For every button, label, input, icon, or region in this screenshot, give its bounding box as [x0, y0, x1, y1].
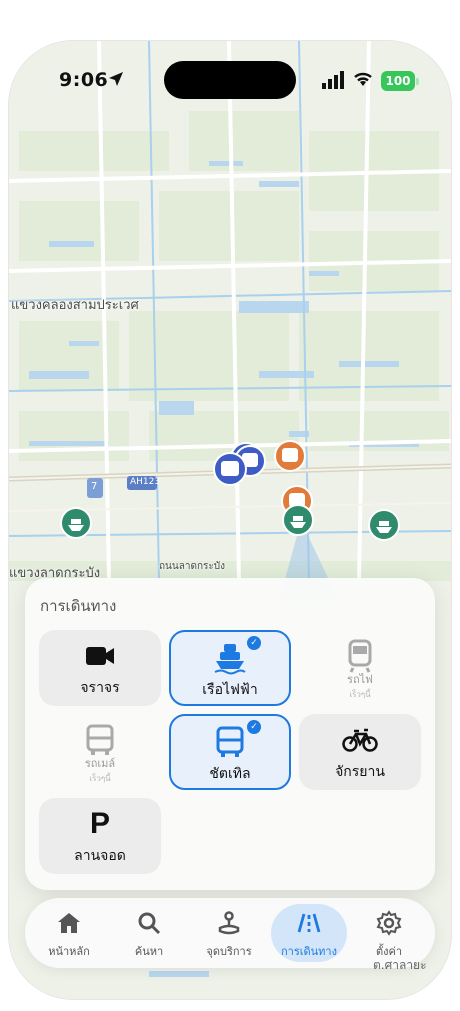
bus-pin[interactable] — [213, 452, 247, 486]
tab-home-label: หน้าหลัก — [48, 945, 90, 958]
battery-indicator: 100 — [381, 71, 419, 91]
panel-title: การเดินทาง — [40, 597, 117, 615]
route-shield-label: 7 — [91, 481, 98, 492]
parking-icon: P — [89, 807, 110, 840]
tab-settings[interactable]: ตั้งค่า — [351, 904, 427, 962]
shuttle-pin[interactable] — [274, 440, 306, 472]
wifi-icon — [354, 72, 372, 86]
shuttle-bus-icon — [216, 726, 244, 757]
tile-traffic-label: จราจร — [80, 680, 120, 696]
road-icon — [297, 913, 321, 933]
tile-bicycle-label: จักรยาน — [335, 764, 385, 780]
tile-traffic[interactable]: จราจร — [39, 630, 161, 706]
cellular-signal-icon — [322, 71, 344, 89]
tile-boat[interactable]: ✓ เรือไฟฟ้า — [169, 630, 291, 706]
tab-transport[interactable]: การเดินทาง — [271, 904, 347, 962]
tile-shuttle-label: ชัตเทิล — [209, 766, 251, 782]
map-label-khlong-sam-prawet: แขวงคลองสามประเวศ — [11, 298, 139, 313]
location-arrow-icon — [109, 72, 123, 86]
transport-panel: การเดินทาง จราจร ✓ เรือไฟฟ้า รถไฟ เร็วๆน… — [25, 578, 435, 890]
selected-check-icon: ✓ — [247, 636, 261, 650]
selected-check-icon: ✓ — [247, 720, 261, 734]
video-camera-icon — [86, 647, 114, 665]
train-icon — [348, 639, 372, 673]
tab-service-points-label: จุดบริการ — [206, 945, 252, 958]
tile-bus: รถเมล์ เร็วๆนี้ — [39, 714, 161, 790]
bus-icon — [86, 724, 114, 755]
home-icon — [58, 913, 80, 933]
highway-shield-label: AH123 — [130, 477, 161, 487]
bicycle-icon — [342, 728, 378, 752]
map-label-lat-krabang-road: ถนนลาดกระบัง — [159, 561, 225, 572]
ferry-icon — [214, 644, 246, 675]
boat-pin[interactable] — [60, 507, 92, 539]
tab-transport-label: การเดินทาง — [281, 945, 337, 958]
tab-home[interactable]: หน้าหลัก — [31, 904, 107, 962]
tile-parking[interactable]: P ลานจอด — [39, 798, 161, 874]
tile-bus-label: รถเมล์ — [84, 757, 116, 770]
tab-service-points[interactable]: จุดบริการ — [191, 904, 267, 962]
map-label-bottom-district: ต.ศาลายะ — [373, 958, 427, 972]
phone-screen: แขวงคลองสามประเวศ แขวงลาดกระบัง ถนนลาดกร… — [9, 41, 451, 999]
tile-shuttle[interactable]: ✓ ชัตเทิล — [169, 714, 291, 790]
tab-search-label: ค้นหา — [134, 945, 164, 958]
status-time: 9:06 — [59, 69, 109, 91]
tile-boat-label: เรือไฟฟ้า — [202, 682, 258, 698]
dynamic-island — [164, 61, 296, 99]
boat-pin[interactable] — [282, 504, 314, 536]
tab-search[interactable]: ค้นหา — [111, 904, 187, 962]
joystick-pin-icon — [218, 911, 240, 935]
tile-train: รถไฟ เร็วๆนี้ — [299, 630, 421, 706]
tile-train-sublabel: เร็วๆนี้ — [349, 690, 371, 699]
tile-bicycle[interactable]: จักรยาน — [299, 714, 421, 790]
gear-icon — [376, 910, 402, 936]
tile-parking-label: ลานจอด — [74, 848, 126, 864]
boat-pin[interactable] — [368, 509, 400, 541]
status-bar: 9:06 100 — [9, 41, 451, 121]
tile-bus-sublabel: เร็วๆนี้ — [89, 774, 111, 783]
search-icon — [138, 912, 161, 935]
tile-train-label: รถไฟ — [347, 673, 373, 686]
